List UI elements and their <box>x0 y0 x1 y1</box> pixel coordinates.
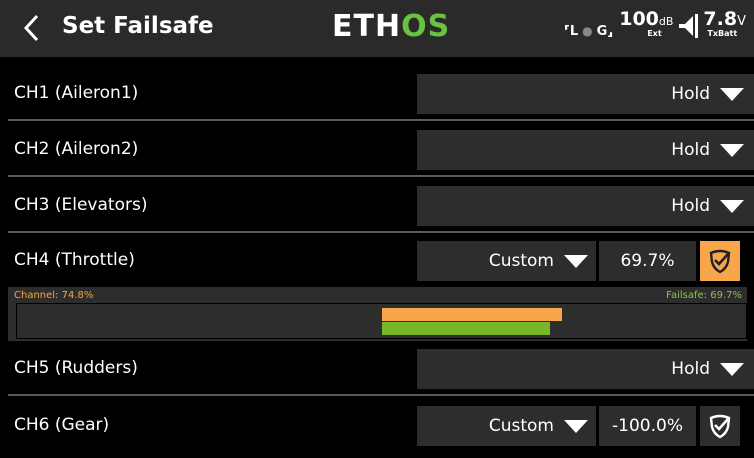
channel-row-ch2: CH2 (Aileron2) Hold <box>8 125 754 177</box>
channel-row-ch6: CH6 (Gear) Custom -100.0% <box>8 401 754 453</box>
rssi-readout: 100dB Ext <box>619 8 674 38</box>
header-bar: Set Failsafe ETHOS ⸢L ● G⸥ 100dB Ext 7.8… <box>0 0 754 57</box>
caret-down-icon <box>564 419 588 433</box>
caret-down-icon <box>720 199 744 213</box>
set-failsafe-button[interactable] <box>700 406 740 446</box>
channel-label: CH2 (Aileron2) <box>14 139 139 159</box>
failsafe-value-field[interactable]: 69.7% <box>599 241 696 281</box>
chevron-left-icon <box>23 14 39 42</box>
channel-label: CH4 (Throttle) <box>14 250 135 270</box>
gps-indicator: G⸥ <box>596 24 614 39</box>
caret-down-icon <box>720 143 744 157</box>
channel-label: CH1 (Aileron1) <box>14 83 139 103</box>
channel-label: CH6 (Gear) <box>14 415 110 435</box>
set-failsafe-button[interactable] <box>700 241 740 281</box>
failsafe-mode-dropdown[interactable]: Custom <box>417 406 596 446</box>
failsafe-set-icon <box>709 414 731 439</box>
channel-row-ch3: CH3 (Elevators) Hold <box>8 181 754 233</box>
failsafe-mode-dropdown[interactable]: Custom <box>417 241 596 281</box>
channel-row-ch5: CH5 (Rudders) Hold <box>8 344 754 396</box>
battery-readout: 7.8V TxBatt <box>703 8 746 38</box>
channel-label: CH3 (Elevators) <box>14 195 148 215</box>
status-area: ⸢L ● G⸥ 100dB Ext 7.8V TxBatt <box>564 10 746 48</box>
failsafe-set-icon <box>709 249 731 274</box>
failsafe-value-field[interactable]: -100.0% <box>599 406 696 446</box>
ethos-logo: ETHOS <box>332 9 451 44</box>
page-title: Set Failsafe <box>62 13 214 39</box>
channel-value-label: Channel: 74.8% <box>14 290 94 301</box>
channel-row-ch4: CH4 (Throttle) Custom 69.7% <box>8 236 754 288</box>
screen: Set Failsafe ETHOS ⸢L ● G⸥ 100dB Ext 7.8… <box>0 0 754 458</box>
caret-down-icon <box>720 362 744 376</box>
channel-output-bar <box>382 308 562 321</box>
failsafe-mode-dropdown[interactable]: Hold <box>417 74 754 114</box>
link-indicator: ⸢L <box>563 24 579 39</box>
caret-down-icon <box>564 254 588 268</box>
failsafe-value-label: Failsafe: 69.7% <box>666 290 742 301</box>
caret-down-icon <box>720 87 744 101</box>
failsafe-mode-dropdown[interactable]: Hold <box>417 130 754 170</box>
signal-icon <box>679 14 699 38</box>
failsafe-mode-dropdown[interactable]: Hold <box>417 349 754 389</box>
failsafe-mode-dropdown[interactable]: Hold <box>417 186 754 226</box>
channel-output-panel: Channel: 74.8% Failsafe: 69.7% <box>8 287 747 341</box>
failsafe-output-bar <box>382 322 550 335</box>
channel-row-ch1: CH1 (Aileron1) Hold <box>8 69 754 121</box>
separator-dot: ● <box>582 24 593 38</box>
back-button[interactable] <box>10 8 54 48</box>
channel-label: CH5 (Rudders) <box>14 358 138 378</box>
